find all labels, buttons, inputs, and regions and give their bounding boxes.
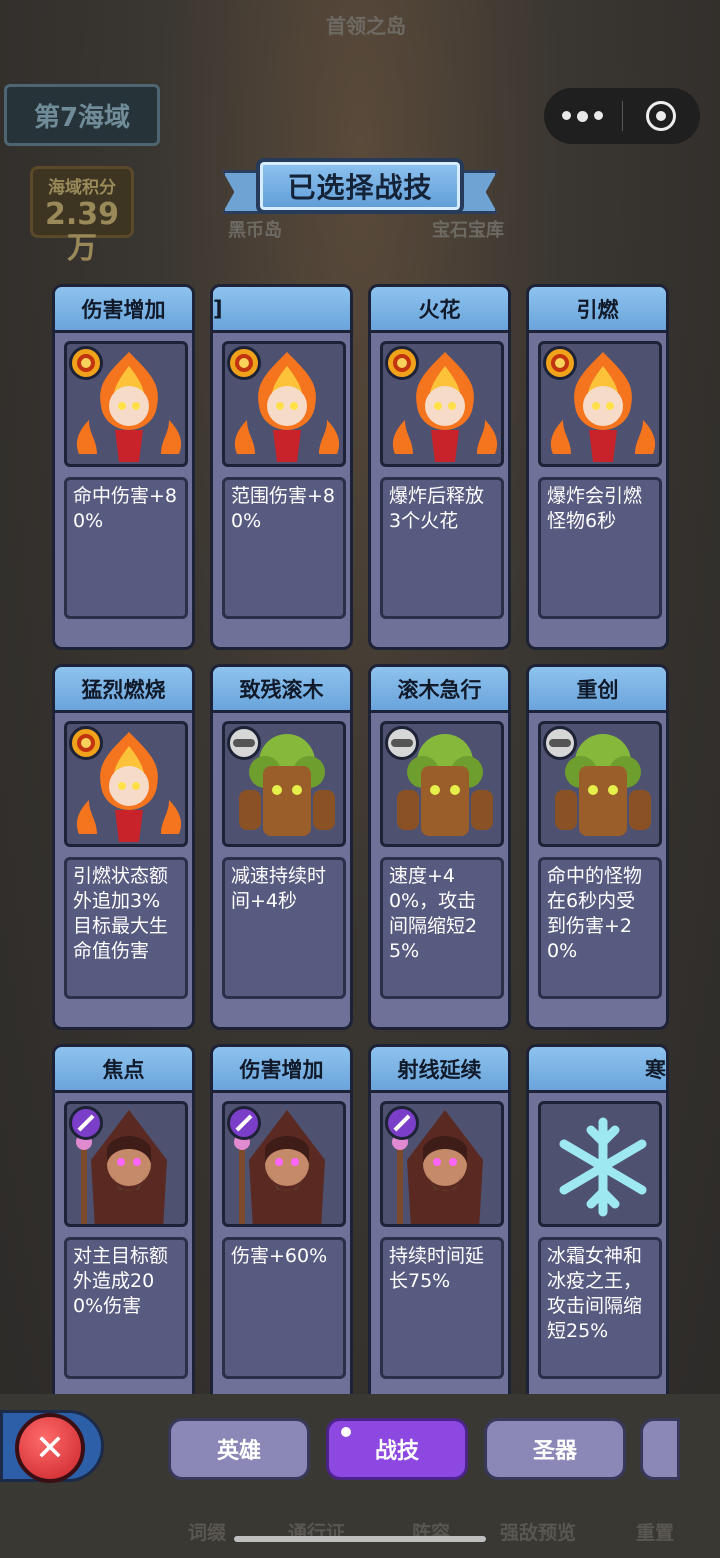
snowflake-portrait <box>538 1101 662 1227</box>
skill-card[interactable]: 滚木急行速度+40%，攻击间隔缩短25% <box>368 664 511 1030</box>
fire-spirit-portrait <box>222 341 346 467</box>
skill-card-description: 爆炸会引燃怪物6秒 <box>538 477 662 619</box>
fire-spirit-portrait <box>380 341 504 467</box>
skill-card[interactable]: 重创命中的怪物在6秒内受到伤害+20% <box>526 664 669 1030</box>
fire-element-icon <box>543 346 577 380</box>
skill-card[interactable]: 致残滚木减速持续时间+4秒 <box>210 664 353 1030</box>
tab-skills-label: 战技 <box>374 1439 419 1464</box>
skill-card-title: ] <box>213 287 350 333</box>
nav-enemy-preview[interactable]: 强敌预览 <box>500 1518 576 1545</box>
wood-element-icon <box>385 726 419 760</box>
skill-card-title: 伤害增加 <box>55 287 192 333</box>
fire-element-icon <box>69 346 103 380</box>
skill-card-title: 引燃 <box>529 287 666 333</box>
tab-heroes-label: 英雄 <box>216 1439 261 1464</box>
active-dot-icon <box>341 1427 351 1437</box>
tab-skills[interactable]: 战技 <box>326 1418 468 1480</box>
fire-element-icon <box>69 726 103 760</box>
region-name: 第7海域 <box>33 102 131 133</box>
fire-element-icon <box>227 346 261 380</box>
arcane-element-icon <box>69 1106 103 1140</box>
hooded-mage-portrait <box>380 1101 504 1227</box>
skill-card[interactable]: 伤害增加命中伤害+80% <box>52 284 195 650</box>
close-miniprogram-icon[interactable] <box>623 101 701 131</box>
page-title: 已选择战技 <box>256 158 464 214</box>
skill-card-description: 命中伤害+80% <box>64 477 188 619</box>
header-ribbon: 已选择战技 <box>222 158 498 222</box>
skill-card-description: 引燃状态额外追加3%目标最大生命值伤害 <box>64 857 188 999</box>
fire-element-icon <box>385 346 419 380</box>
sea-score-badge: 海域积分 2.39万 <box>30 166 134 266</box>
skill-card[interactable]: 火花爆炸后释放3个火花 <box>368 284 511 650</box>
tab-relics-label: 圣器 <box>532 1439 577 1464</box>
wood-element-icon <box>543 726 577 760</box>
skill-card-description: 冰霜女神和冰疫之王，攻击间隔缩短25% <box>538 1237 662 1379</box>
skill-card-title: 致残滚木 <box>213 667 350 713</box>
skill-card[interactable]: 伤害增加伤害+60% <box>210 1044 353 1394</box>
skill-card-description: 速度+40%，攻击间隔缩短25% <box>380 857 504 999</box>
hooded-mage-portrait <box>222 1101 346 1227</box>
home-indicator <box>234 1536 486 1542</box>
skill-card-title: 猛烈燃烧 <box>55 667 192 713</box>
nav-reset[interactable]: 重置 <box>636 1518 674 1545</box>
skill-card[interactable]: 引燃爆炸会引燃怪物6秒 <box>526 284 669 650</box>
skill-card[interactable]: ] 范围伤害+80% <box>210 284 353 650</box>
skill-card-description: 减速持续时间+4秒 <box>222 857 346 999</box>
skill-card-description: 持续时间延长75% <box>380 1237 504 1379</box>
skill-card-description: 对主目标额外造成200%伤害 <box>64 1237 188 1379</box>
skill-card-grid: 伤害增加 命中伤害+80%] 范围伤害+80% 火花 爆炸后释放3个火花 引燃 爆炸会引燃怪… <box>52 284 672 1394</box>
skill-card-description: 伤害+60% <box>222 1237 346 1379</box>
tree-golem-portrait <box>538 721 662 847</box>
skill-card[interactable]: 焦点对主目标额外造成200%伤害 <box>52 1044 195 1394</box>
hooded-mage-portrait <box>64 1101 188 1227</box>
score-value: 2.39万 <box>44 197 120 266</box>
skill-card[interactable]: 猛烈燃烧引燃状态额外追加3%目标最大生命值伤害 <box>52 664 195 1030</box>
arcane-element-icon <box>227 1106 261 1140</box>
more-menu-icon[interactable] <box>544 110 622 122</box>
nav-affix[interactable]: 词缀 <box>188 1518 226 1545</box>
close-icon: ✕ <box>15 1413 85 1483</box>
skill-card-title: 伤害增加 <box>213 1047 350 1093</box>
fire-spirit-portrait <box>538 341 662 467</box>
boss-island-label: 首领之岛 <box>326 14 406 38</box>
skill-card-title: 焦点 <box>55 1047 192 1093</box>
skill-card-title: 重创 <box>529 667 666 713</box>
region-badge: 第7海域 <box>4 84 160 146</box>
skill-card-title: 寒 <box>529 1047 666 1093</box>
skill-card[interactable]: 寒冰霜女神和冰疫之王，攻击间隔缩短25% <box>526 1044 669 1394</box>
fire-spirit-portrait <box>64 341 188 467</box>
tab-more[interactable] <box>640 1418 680 1480</box>
score-label: 海域积分 <box>48 178 116 198</box>
skill-card-description: 范围伤害+80% <box>222 477 346 619</box>
skill-card-title: 滚木急行 <box>371 667 508 713</box>
arcane-element-icon <box>385 1106 419 1140</box>
tree-golem-portrait <box>380 721 504 847</box>
miniprogram-capsule <box>544 88 700 144</box>
tree-golem-portrait <box>222 721 346 847</box>
skill-card[interactable]: 射线延续持续时间延长75% <box>368 1044 511 1394</box>
skill-card-description: 命中的怪物在6秒内受到伤害+20% <box>538 857 662 999</box>
close-panel-button[interactable]: ✕ <box>0 1410 104 1483</box>
skill-card-title: 射线延续 <box>371 1047 508 1093</box>
skill-card-description: 爆炸后释放3个火花 <box>380 477 504 619</box>
tab-relics[interactable]: 圣器 <box>484 1418 626 1480</box>
fire-spirit-portrait <box>64 721 188 847</box>
skill-card-title: 火花 <box>371 287 508 333</box>
wood-element-icon <box>227 726 261 760</box>
tab-heroes[interactable]: 英雄 <box>168 1418 310 1480</box>
